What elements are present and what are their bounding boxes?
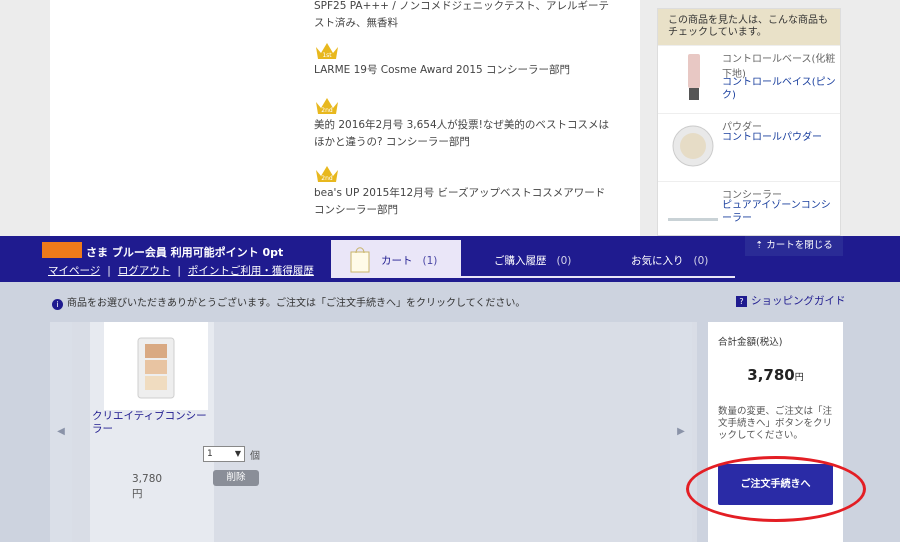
- upload-arrow-icon: ⇡: [755, 240, 764, 251]
- svg-text:2nd: 2nd: [321, 175, 333, 182]
- award-text: 美的 2016年2月号 3,654人が投票!なぜ美的のベストコスメはほかと違うの…: [314, 119, 610, 148]
- cart-item: クリエイティブコンシーラー 1 ▼ 個 3,780円 削除: [90, 322, 260, 542]
- product-tube-image: [666, 52, 720, 104]
- recommend-name[interactable]: コントロールパウダー: [722, 131, 836, 144]
- svg-text:1st: 1st: [322, 52, 332, 59]
- recommendation-panel: この商品を見た人は、こんな商品もチェックしています。 コントロールベース(化粧下…: [657, 8, 841, 236]
- triangle-left-icon: ◀: [57, 426, 65, 437]
- recommend-item[interactable]: コンシーラー ピュアアイゾーンコンシーラー: [658, 181, 840, 235]
- tab-favorites[interactable]: お気に入り (0): [598, 240, 735, 278]
- triangle-right-icon: ▶: [677, 426, 685, 437]
- recommend-name[interactable]: コントロールベイス(ピンク): [722, 76, 836, 102]
- product-spec-text: SPF25 PA+++ / ノンコメドジェニックテスト、アレルギーテスト済み、無…: [314, 0, 609, 29]
- shopping-guide-link[interactable]: ? ショッピングガイド: [736, 293, 846, 308]
- product-page: SPF25 PA+++ / ノンコメドジェニックテスト、アレルギーテスト済み、無…: [0, 0, 900, 236]
- crown-2nd-icon: 2nd: [314, 95, 340, 117]
- carousel-prev-arrow[interactable]: ◀: [50, 322, 72, 542]
- separator: |: [177, 265, 181, 277]
- checkout-note: 数量の変更、ご注文は「注文手続きへ」ボタンをクリックしてください。: [718, 406, 833, 441]
- cart-item-name[interactable]: クリエイティブコンシーラー: [92, 410, 216, 436]
- tab-cart[interactable]: カート (1): [331, 240, 461, 278]
- account-links: マイページ | ログアウト | ポイントご利用・獲得履歴: [48, 263, 314, 278]
- quantity-unit: 個: [250, 451, 260, 462]
- product-detail-column: SPF25 PA+++ / ノンコメドジェニックテスト、アレルギーテスト済み、無…: [50, 0, 640, 236]
- total-amount: 3,780円: [747, 366, 804, 384]
- cart-item-price: 3,780円: [132, 473, 163, 500]
- recommend-item[interactable]: コントロールベース(化粧下地) コントロールベイス(ピンク): [658, 45, 840, 109]
- checkout-button[interactable]: ご注文手続きへ: [718, 464, 833, 505]
- member-status: さま ブルー会員 利用可能ポイント 0pt: [86, 246, 284, 259]
- cart-tabs: カート (1) ご購入履歴 (0) お気に入り (0): [331, 240, 735, 278]
- question-icon: ?: [736, 296, 747, 307]
- user-name-redacted: [42, 242, 82, 258]
- award-text: bea's UP 2015年12月号 ビーズアップベストコスメアワード コンシー…: [314, 187, 606, 216]
- shopping-bag-icon: [350, 247, 370, 273]
- separator: |: [107, 265, 111, 277]
- cart-panel: i 商品をお選びいただきありがとうございます。ご注文は「ご注文手続きへ」をクリック…: [0, 282, 900, 542]
- order-summary: 合計金額(税込) 3,780円 数量の変更、ご注文は「注文手続きへ」ボタンをクリ…: [708, 322, 843, 542]
- crown-1st-icon: 1st: [314, 40, 340, 62]
- logout-link[interactable]: ログアウト: [118, 265, 171, 277]
- award-text: LARME 19号 Cosme Award 2015 コンシーラー部門: [314, 64, 571, 76]
- tab-purchase-history[interactable]: ご購入履歴 (0): [461, 240, 598, 278]
- info-icon: i: [52, 299, 63, 310]
- carousel-next-arrow[interactable]: ▶: [670, 322, 692, 542]
- recommend-name[interactable]: ピュアアイゾーンコンシーラー: [722, 199, 836, 225]
- total-label: 合計金額(税込): [718, 337, 783, 348]
- dropdown-arrow-icon: ▼: [234, 449, 241, 458]
- svg-text:2nd: 2nd: [321, 107, 333, 114]
- product-image[interactable]: [104, 322, 208, 410]
- cart-items-carousel: ◀ クリエイティブコンシーラー 1 ▼ 個 3,780円 削除 ▶: [50, 322, 697, 542]
- delete-button[interactable]: 削除: [213, 470, 259, 486]
- quantity-select[interactable]: 1 ▼: [203, 446, 245, 462]
- product-compact-image: [666, 120, 720, 172]
- cart-info-message: i 商品をお選びいただきありがとうございます。ご注文は「ご注文手続きへ」をクリック…: [52, 294, 525, 310]
- crown-2nd-icon: 2nd: [314, 163, 340, 185]
- recommendation-header: この商品を見た人は、こんな商品もチェックしています。: [658, 9, 840, 45]
- recommend-item[interactable]: パウダー コントロールパウダー: [658, 113, 840, 177]
- points-history-link[interactable]: ポイントご利用・獲得履歴: [188, 265, 314, 277]
- mypage-link[interactable]: マイページ: [48, 265, 100, 277]
- product-pen-image: [666, 188, 720, 235]
- close-cart-button[interactable]: ⇡ カートを閉じる: [745, 236, 843, 256]
